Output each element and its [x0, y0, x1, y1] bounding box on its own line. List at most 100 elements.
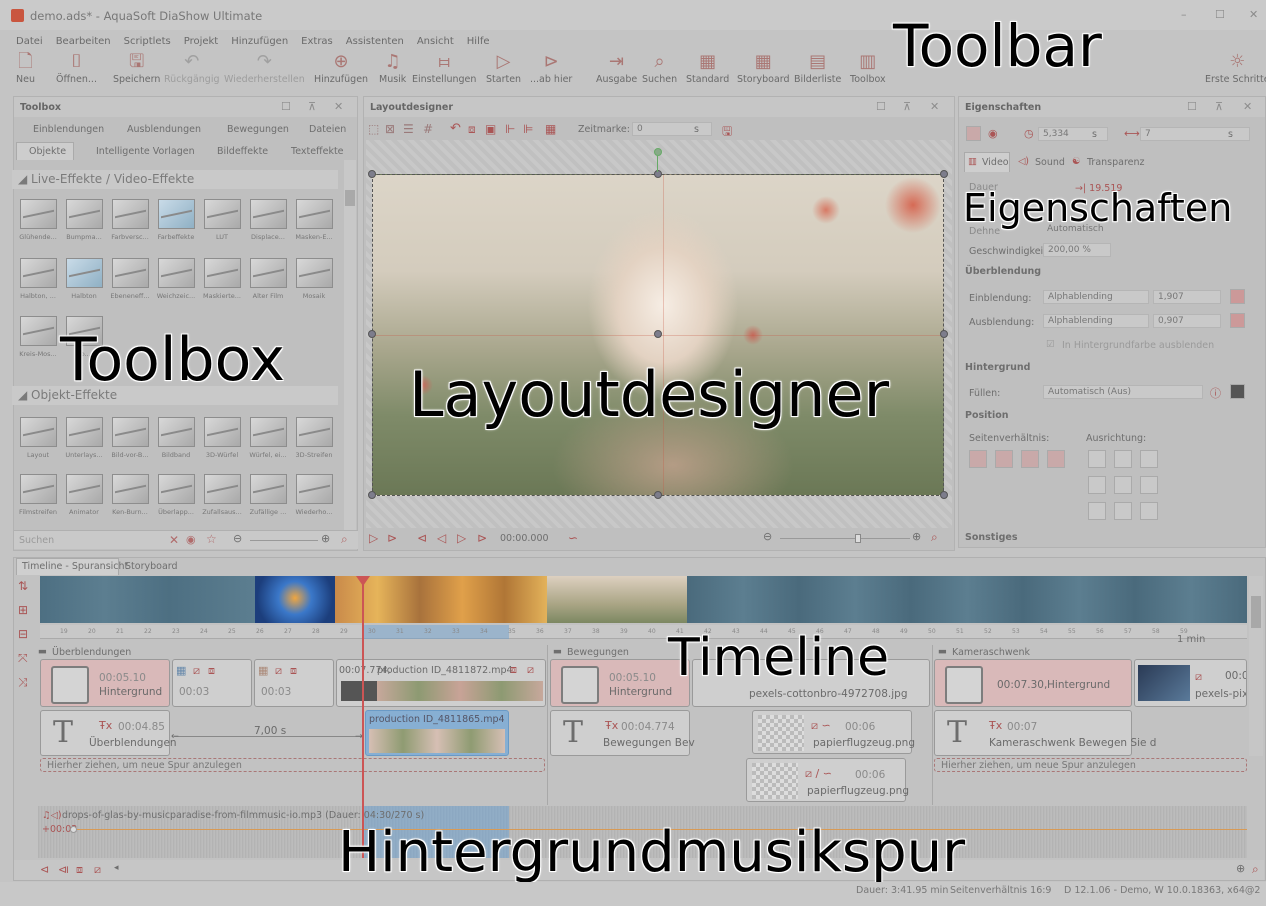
- toolbar-settings-button[interactable]: ⧦ Einstellungen: [412, 50, 476, 85]
- effect-tile[interactable]: Displace...: [247, 199, 289, 241]
- image-icon[interactable]: ▣: [485, 122, 496, 136]
- grid-icon[interactable]: #: [423, 122, 433, 136]
- clip-video-4811872[interactable]: 00:07.774, production ID_4811872.mp4 ⧈ ⧄: [336, 659, 546, 707]
- text-clip-bewegungen[interactable]: T Ŧx 00:04.774 Bewegungen Bev: [550, 710, 695, 756]
- effect-tile[interactable]: Filmstreifen: [17, 474, 59, 516]
- pin-icon[interactable]: ⊼: [903, 100, 911, 113]
- align-bottom-right-button[interactable]: [1140, 502, 1158, 520]
- effect-tile[interactable]: Farbeffekte: [155, 199, 197, 241]
- span-icon[interactable]: ⟷: [1124, 127, 1140, 140]
- tab-storyboard[interactable]: Storyboard: [125, 561, 178, 572]
- fast-forward-icon[interactable]: ⊳: [477, 531, 487, 545]
- align-left-icon[interactable]: ⊩: [505, 122, 515, 136]
- menu-item-ansicht[interactable]: Ansicht: [417, 36, 454, 47]
- align-top-right-button[interactable]: [1140, 450, 1158, 468]
- drop-zone-1[interactable]: Hierher ziehen, um neue Spur anzulegen: [40, 758, 545, 772]
- close-button[interactable]: ✕: [1249, 8, 1258, 21]
- align-top-left-button[interactable]: [1088, 450, 1106, 468]
- tab-einblendungen[interactable]: Einblendungen: [33, 124, 104, 135]
- clear-search-icon[interactable]: ✕: [169, 533, 179, 547]
- zoom-in-icon[interactable]: ⊕: [912, 530, 921, 543]
- tab-dateien[interactable]: Dateien: [309, 124, 346, 135]
- expand-icon[interactable]: ⤧: [18, 651, 28, 666]
- sort-icon[interactable]: ⇅: [18, 579, 28, 593]
- favorites-icon[interactable]: ☆: [206, 532, 217, 546]
- canvas-zoom-thumb[interactable]: [855, 534, 861, 543]
- effect-tile[interactable]: Kreis-Mos...: [17, 316, 59, 358]
- guides-icon[interactable]: ⊠: [385, 122, 395, 136]
- close-icon[interactable]: ✕: [1243, 100, 1252, 113]
- aspect-fill-button[interactable]: [995, 450, 1013, 468]
- clip-pexels-pixa[interactable]: ⧄ 00:0 pexels-pixa: [1134, 659, 1247, 707]
- menu-item-projekt[interactable]: Projekt: [184, 36, 219, 47]
- pin-icon[interactable]: ⊼: [308, 100, 316, 113]
- menu-item-assistenten[interactable]: Assistenten: [346, 36, 404, 47]
- menu-item-hinzufügen[interactable]: Hinzufügen: [231, 36, 288, 47]
- align-top-center-button[interactable]: [1114, 450, 1132, 468]
- snap-icon[interactable]: ⧄: [94, 863, 101, 877]
- minimize-button[interactable]: –: [1181, 8, 1187, 21]
- pin-icon[interactable]: ⊼: [1215, 100, 1223, 113]
- einblendung-select[interactable]: Alphablending: [1043, 290, 1149, 304]
- toolbar-redo-button[interactable]: ↷ Wiederherstellen: [224, 50, 305, 85]
- group-collapse-icon[interactable]: ▬: [553, 646, 562, 657]
- toolbar-music-button[interactable]: ♫ Musik: [379, 50, 406, 85]
- effect-tile[interactable]: 3D-Streifen: [293, 417, 335, 459]
- clip-papierflugzeug-1[interactable]: ⧄ ∽ 00:06 papierflugzeug.png: [752, 710, 915, 754]
- resize-handle-bottom-right[interactable]: [940, 491, 948, 499]
- text-clip-kameraschwenk[interactable]: T Ŧx 00:07 Kameraschwenk Bewegen Sie d: [934, 710, 1156, 756]
- next-frame-icon[interactable]: ▷: [457, 531, 466, 545]
- effect-tile[interactable]: Farbversc...: [109, 199, 151, 241]
- drop-zone-3[interactable]: Hierher ziehen, um neue Spur anzulegen: [934, 758, 1247, 772]
- rewind-icon[interactable]: ⊲: [417, 531, 427, 545]
- effect-tile[interactable]: Ken-Burn...: [109, 474, 151, 516]
- play-from-here-icon[interactable]: ⊳: [387, 531, 397, 545]
- group-bewegungen[interactable]: Bewegungen: [567, 647, 629, 658]
- group-collapse-icon[interactable]: ▬: [38, 646, 47, 657]
- toolbar-undo-button[interactable]: ↶ Rückgängig: [164, 50, 220, 85]
- tab-sound[interactable]: Sound: [1035, 157, 1065, 168]
- tab-bildeffekte[interactable]: Bildeffekte: [217, 146, 268, 157]
- einblendung-preview-icon[interactable]: [1230, 289, 1245, 304]
- menu-item-hilfe[interactable]: Hilfe: [467, 36, 490, 47]
- text-clip-ueberblendungen[interactable]: T Ŧx 00:04.85 Überblendungen: [40, 710, 177, 756]
- effect-tile[interactable]: Unterlays...: [63, 417, 105, 459]
- scroll-left-icon[interactable]: ◂: [114, 863, 119, 873]
- tab-video[interactable]: Video: [982, 157, 1009, 168]
- speed-input[interactable]: 200,00 %: [1043, 243, 1111, 257]
- align-bottom-center-button[interactable]: [1114, 502, 1132, 520]
- ausblendung-select[interactable]: Alphablending: [1043, 314, 1149, 328]
- toolbar-add-button[interactable]: ⊕ Hinzufügen: [314, 50, 368, 85]
- einblendung-time-input[interactable]: 1,907: [1153, 290, 1221, 304]
- fit-timeline-icon[interactable]: ⧈: [76, 863, 83, 877]
- section-live-effekte[interactable]: ◢ Live-Effekte / Video-Effekte: [12, 170, 338, 189]
- group-ueberblendungen[interactable]: Überblendungen: [52, 647, 131, 658]
- toolbar-play-button[interactable]: ▷ Starten: [486, 50, 521, 85]
- toolbox-search-input[interactable]: Suchen: [19, 535, 54, 546]
- tab-texteffekte[interactable]: Texteffekte: [291, 146, 344, 157]
- align-middle-left-button[interactable]: [1088, 476, 1106, 494]
- rotate-handle[interactable]: [654, 148, 662, 156]
- toolbar-storyboard-button[interactable]: ▦ Storyboard: [737, 50, 790, 85]
- zeitmarke-input[interactable]: 0: [632, 122, 712, 136]
- frame-icon[interactable]: ⧈: [468, 122, 476, 137]
- fit-zoom-icon[interactable]: ⌕: [931, 530, 938, 545]
- effect-tile[interactable]: Zufällige ...: [247, 474, 289, 516]
- menu-item-extras[interactable]: Extras: [301, 36, 333, 47]
- zoom-out-icon[interactable]: ⊖: [233, 532, 242, 545]
- visibility-toggle-icon[interactable]: [966, 126, 981, 141]
- prev-frame-icon[interactable]: ◁: [437, 531, 446, 545]
- resize-handle-right[interactable]: [940, 330, 948, 338]
- effect-tile[interactable]: Weichzeic...: [155, 258, 197, 300]
- info-icon[interactable]: ⓘ: [1210, 385, 1221, 401]
- effect-tile[interactable]: Bildband: [155, 417, 197, 459]
- ausblendung-preview-icon[interactable]: [1230, 313, 1245, 328]
- aspect-fit-button[interactable]: [969, 450, 987, 468]
- effect-tile[interactable]: Maskierte...: [201, 258, 243, 300]
- effect-tile[interactable]: Ebeneneff...: [109, 258, 151, 300]
- zoom-fit-icon[interactable]: ⌕: [1252, 862, 1259, 877]
- resize-handle-top-right[interactable]: [940, 170, 948, 178]
- zoom-in-icon[interactable]: ⊕: [1236, 862, 1245, 875]
- preview-eye-icon[interactable]: ◉: [988, 127, 998, 140]
- effect-tile[interactable]: Mosaik: [293, 258, 335, 300]
